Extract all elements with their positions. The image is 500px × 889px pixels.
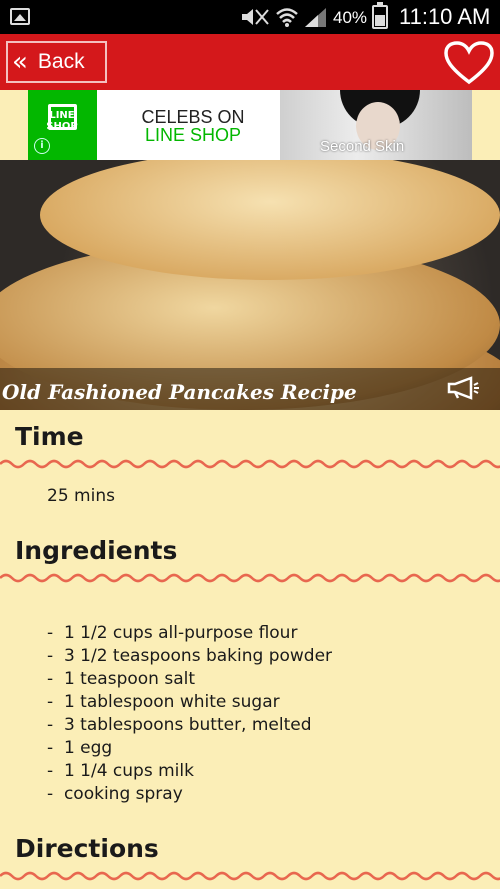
list-item: 3 tablespoons butter, melted [47, 714, 332, 737]
ad-line-2: LINE SHOP [144, 125, 242, 145]
wavy-divider [0, 573, 500, 583]
signal-icon [305, 8, 326, 27]
battery-icon [372, 2, 388, 29]
wavy-divider [0, 459, 500, 469]
recipe-hero-image: Old Fashioned Pancakes Recipe [0, 160, 500, 410]
ad-line-1: CELEBS ON [141, 107, 245, 127]
time-heading: Time [15, 422, 84, 451]
time-value: 25 mins [47, 486, 115, 506]
line-shop-logo: LINE SHOP i [28, 90, 97, 160]
recipe-title: Old Fashioned Pancakes Recipe [2, 380, 357, 404]
ad-banner[interactable]: LINE SHOP i CELEBS ON LINE SHOP Second S… [28, 90, 472, 160]
list-item: 3 1/2 teaspoons baking powder [47, 645, 332, 668]
list-item: 1 egg [47, 737, 332, 760]
ingredients-list: 1 1/2 cups all-purpose flour 3 1/2 teasp… [47, 622, 332, 806]
ad-photo: Second Skin [280, 90, 472, 160]
battery-percent: 40% [333, 8, 368, 27]
wavy-divider [0, 871, 500, 881]
clock: 11:10 AM [399, 4, 491, 29]
gallery-icon [10, 8, 30, 25]
back-label: Back [37, 50, 85, 73]
list-item: 1 1/2 cups all-purpose flour [47, 622, 332, 645]
list-item: 1 1/4 cups milk [47, 760, 332, 783]
status-bar: 40% 11:10 AM [0, 0, 500, 34]
double-chevron-left-icon: « [12, 47, 28, 77]
logo-text: LINE SHOP [46, 110, 78, 132]
app-bar: « Back [0, 34, 500, 90]
ingredients-heading: Ingredients [15, 536, 178, 565]
directions-heading: Directions [15, 834, 159, 863]
info-icon[interactable]: i [34, 138, 50, 154]
ad-headline: CELEBS ON LINE SHOP [108, 108, 278, 144]
back-button[interactable]: « Back [6, 41, 107, 83]
hero-caption-bar: Old Fashioned Pancakes Recipe [0, 368, 500, 410]
wifi-icon [276, 8, 298, 27]
heart-icon[interactable] [444, 41, 494, 85]
megaphone-icon[interactable] [446, 376, 480, 400]
list-item: cooking spray [47, 783, 332, 806]
ad-photo-label: Second Skin [320, 138, 405, 155]
list-item: 1 teaspoon salt [47, 668, 332, 691]
mute-icon [242, 9, 269, 25]
status-icons [240, 6, 328, 28]
list-item: 1 tablespoon white sugar [47, 691, 332, 714]
